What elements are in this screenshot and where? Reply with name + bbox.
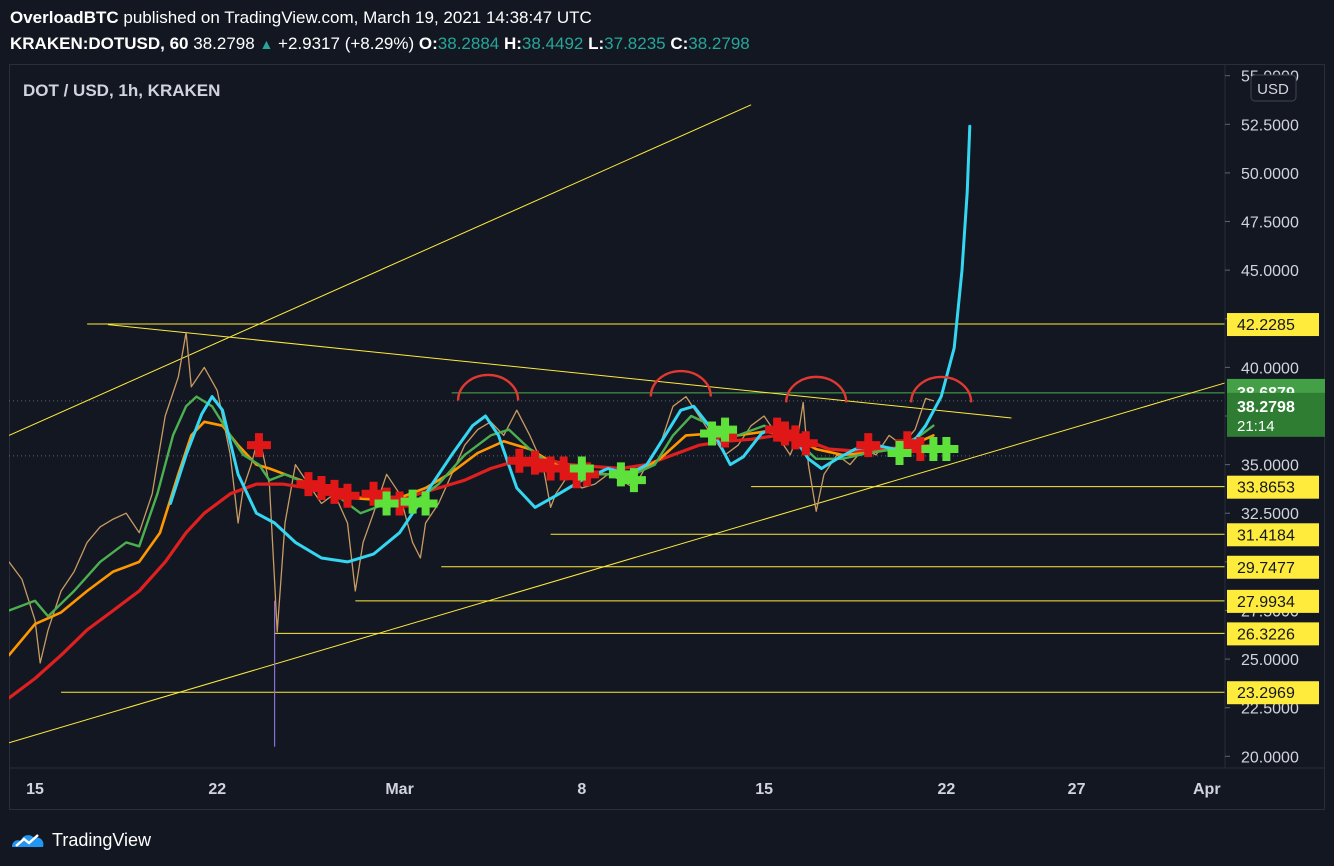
quote-line: KRAKEN:DOTUSD, 60 38.2798 ▲ +2.9317 (+8.… <box>10 34 750 54</box>
y-tick-label: 20.0000 <box>1241 749 1299 766</box>
chart-title: DOT / USD, 1h, KRAKEN <box>23 81 220 100</box>
x-tick-label: 27 <box>1068 781 1086 798</box>
y-tick-label: 52.5000 <box>1241 117 1299 134</box>
level-tag-label: 23.2969 <box>1237 685 1295 702</box>
price-chart[interactable]: 20.000022.500025.000027.500030.000032.50… <box>7 64 1334 810</box>
author-name[interactable]: OverloadBTC <box>10 8 119 27</box>
y-tick-label: 47.5000 <box>1241 215 1299 232</box>
logo-text: TradingView <box>52 829 152 850</box>
x-tick-label: 22 <box>937 781 955 798</box>
level-tag-label: 29.7477 <box>1237 560 1295 577</box>
close-label: C: <box>670 34 689 53</box>
y-tick-label: 35.0000 <box>1241 458 1299 475</box>
countdown-label: 21:14 <box>1237 418 1275 435</box>
level-tag-label: 33.8653 <box>1237 480 1295 497</box>
last-price: 38.2798 <box>193 34 255 53</box>
x-tick-label: Apr <box>1193 781 1221 798</box>
x-tick-label: 8 <box>577 781 586 798</box>
level-tag-label: 26.3226 <box>1237 626 1295 643</box>
footer-logo[interactable]: TradingView <box>10 826 151 854</box>
y-tick-label: 50.0000 <box>1241 166 1299 183</box>
level-tag-label: 31.4184 <box>1237 527 1295 544</box>
y-tick-label: 40.0000 <box>1241 360 1299 377</box>
open-value: 38.2884 <box>437 34 500 53</box>
publish-line: OverloadBTC published on TradingView.com… <box>10 8 592 28</box>
x-tick-label: 15 <box>26 781 44 798</box>
y-tick-label: 45.0000 <box>1241 263 1299 280</box>
level-tag-label: 42.2285 <box>1237 317 1295 334</box>
high-value: 38.4492 <box>521 34 584 53</box>
x-tick-label: 22 <box>208 781 226 798</box>
low-value: 37.8235 <box>604 34 666 53</box>
price-change: +2.9317 (+8.29%) <box>278 34 415 53</box>
currency-label: USD <box>1257 81 1289 98</box>
close-value: 38.2798 <box>688 34 750 53</box>
high-label: H: <box>503 34 522 53</box>
x-tick-label: 15 <box>755 781 773 798</box>
last-price-tag-label: 38.2798 <box>1237 399 1295 416</box>
chart-panel[interactable]: 20.000022.500025.000027.500030.000032.50… <box>7 64 1334 810</box>
y-tick-label: 25.0000 <box>1241 652 1299 669</box>
low-label: L: <box>588 34 605 53</box>
open-label: O: <box>418 34 438 53</box>
symbol-label: KRAKEN:DOTUSD, 60 <box>10 34 189 53</box>
publish-info: published on TradingView.com, March 19, … <box>123 8 592 27</box>
level-tag-label: 27.9934 <box>1237 594 1295 611</box>
y-tick-label: 32.5000 <box>1241 506 1299 523</box>
chart-border <box>9 64 1325 810</box>
chart-header: OverloadBTC published on TradingView.com… <box>0 0 1334 62</box>
tradingview-cloud-icon <box>12 834 44 847</box>
x-tick-label: Mar <box>385 781 413 798</box>
up-arrow-icon: ▲ <box>259 36 274 52</box>
